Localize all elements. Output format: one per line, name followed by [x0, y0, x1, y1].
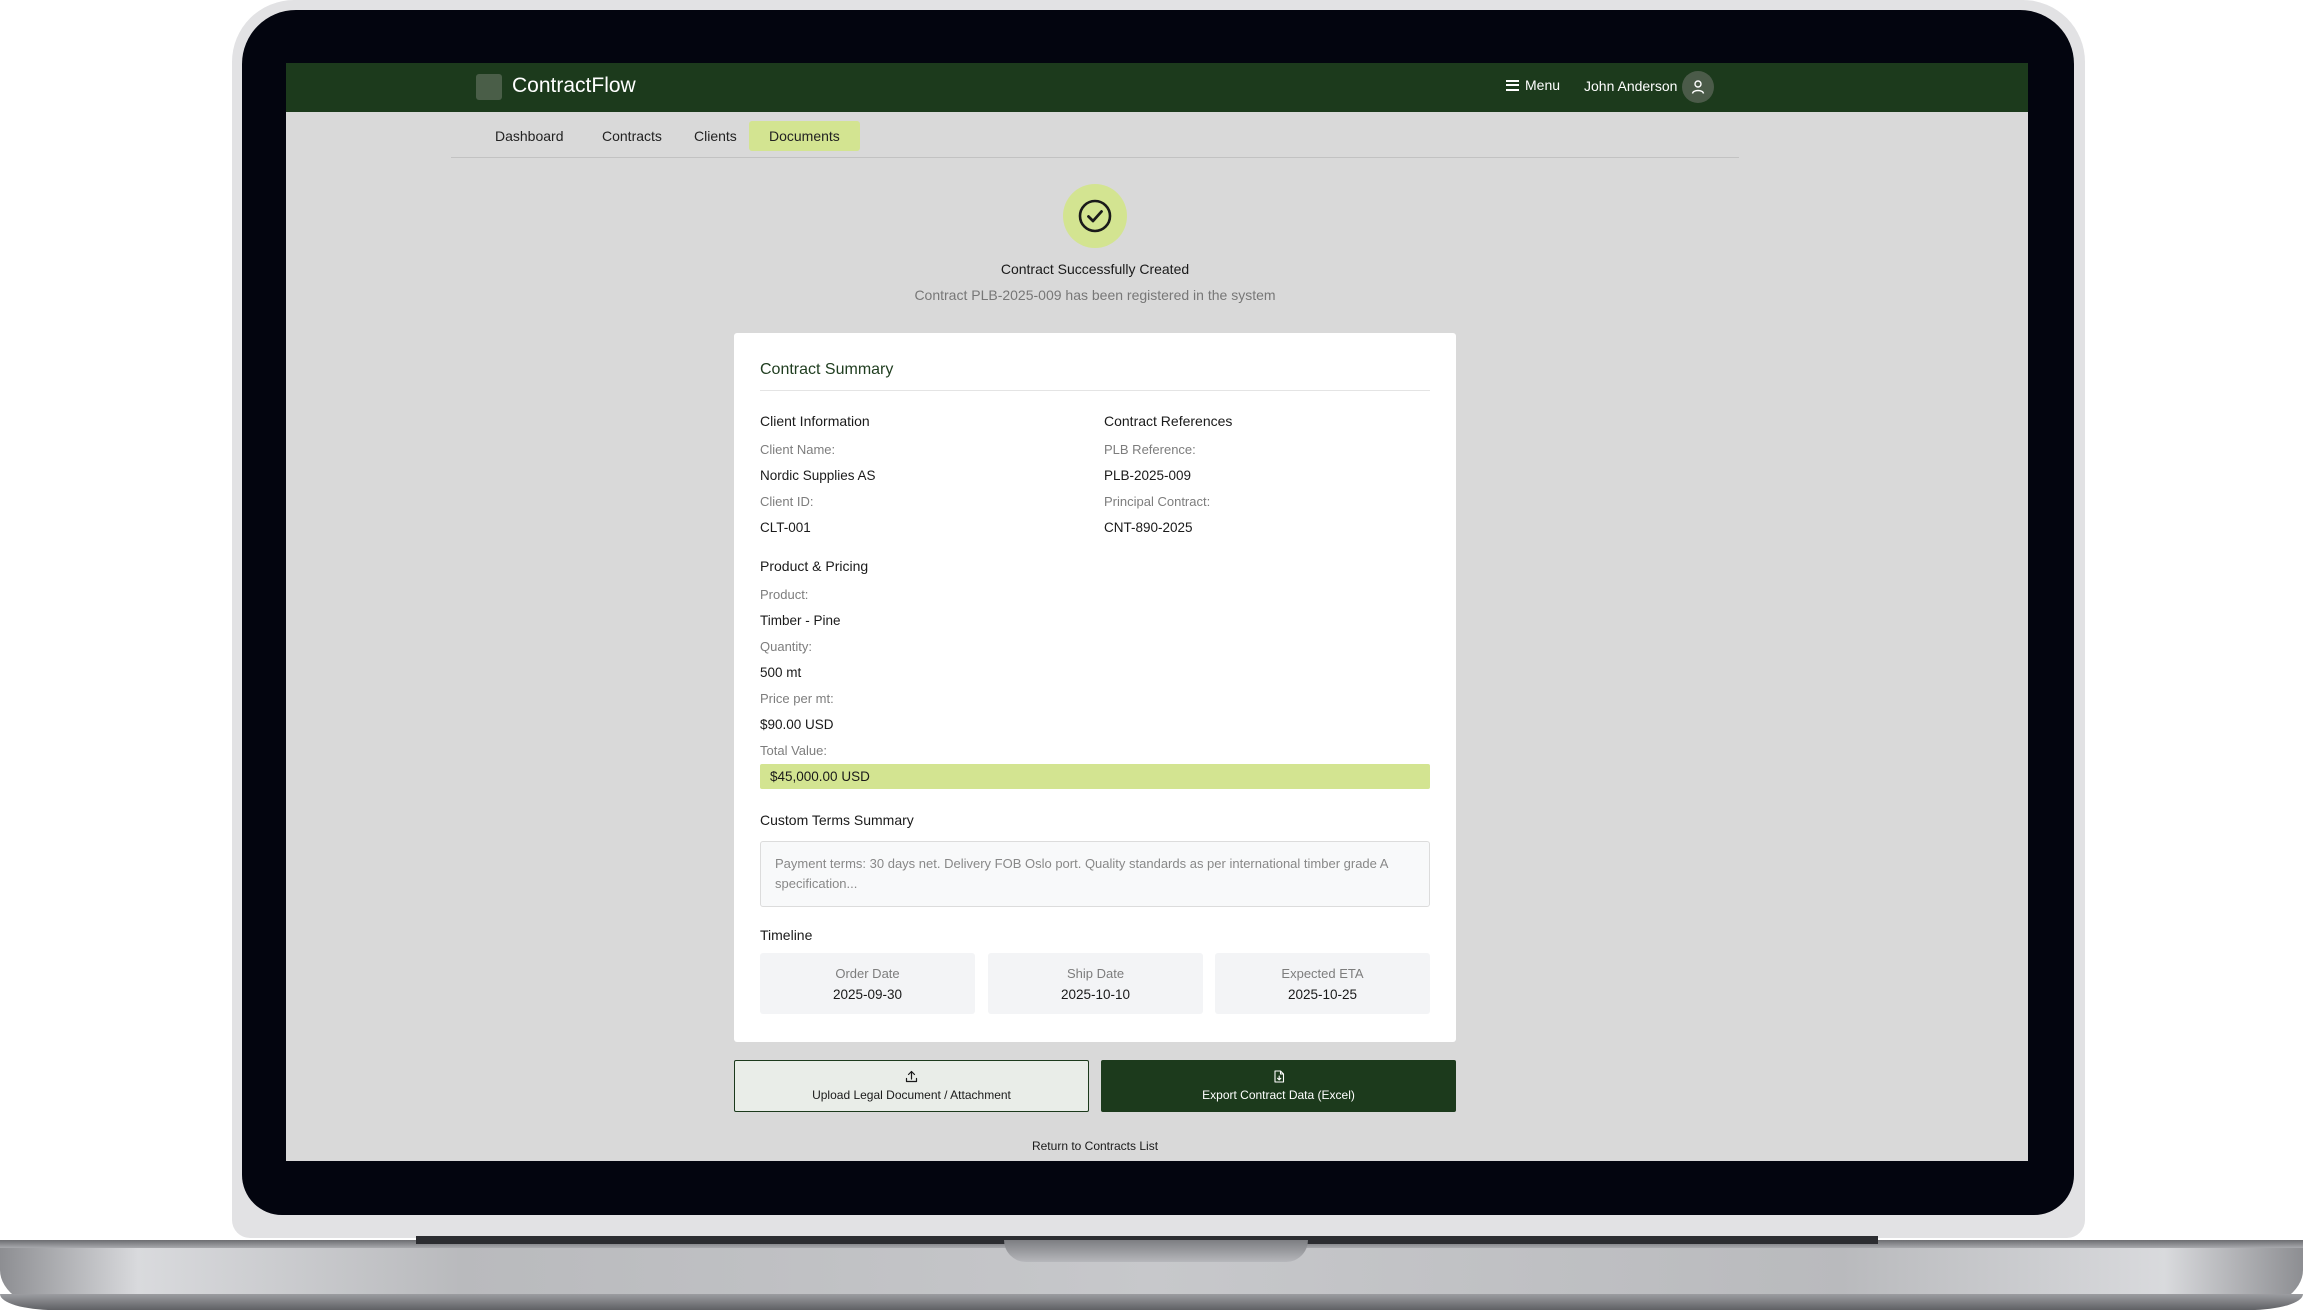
contract-summary-card: Contract Summary Client Information Clie… — [734, 333, 1456, 1042]
app-title[interactable]: ContractFlow — [512, 74, 636, 98]
success-subtitle: Contract PLB-2025-009 has been registere… — [914, 287, 1276, 303]
timeline-expected-eta: Expected ETA 2025-10-25 — [1215, 953, 1430, 1014]
ship-date-label: Ship Date — [1066, 966, 1125, 981]
ship-date-value: 2025-10-10 — [1060, 987, 1131, 1002]
card-divider — [760, 390, 1430, 391]
principal-contract-value: CNT-890-2025 — [1104, 520, 1193, 535]
timeline-heading: Timeline — [760, 927, 813, 943]
export-excel-button[interactable]: Export Contract Data (Excel) — [1101, 1060, 1456, 1112]
total-value-label: Total Value: — [760, 743, 827, 758]
menu-label: Menu — [1525, 77, 1561, 93]
menu-button[interactable]: Menu — [1506, 77, 1560, 93]
quantity-value: 500 mt — [760, 665, 802, 680]
tab-dashboard[interactable]: Dashboard — [475, 121, 584, 151]
timeline-ship-date: Ship Date 2025-10-10 — [988, 953, 1203, 1014]
client-name-label: Client Name: — [760, 442, 836, 457]
export-button-label: Export Contract Data (Excel) — [1202, 1088, 1355, 1102]
upload-icon — [905, 1070, 918, 1083]
client-id-label: Client ID: — [760, 494, 814, 509]
total-value: $45,000.00 USD — [760, 764, 1430, 789]
upload-document-button[interactable]: Upload Legal Document / Attachment — [734, 1060, 1089, 1112]
plb-reference-value: PLB-2025-009 — [1104, 468, 1192, 483]
file-export-icon — [1273, 1070, 1284, 1083]
logo-square-icon[interactable] — [476, 74, 502, 100]
top-navbar: ContractFlow Menu John Anderson — [286, 63, 2028, 112]
success-badge — [1063, 184, 1127, 248]
tab-bar: Dashboard Contracts Clients Documents — [451, 112, 1739, 158]
laptop-notch — [1004, 1240, 1308, 1262]
user-icon — [1691, 80, 1705, 94]
price-per-mt-value: $90.00 USD — [760, 717, 834, 732]
client-name-value: Nordic Supplies AS — [760, 468, 876, 483]
hamburger-icon — [1506, 79, 1519, 91]
plb-reference-label: PLB Reference: — [1104, 442, 1196, 457]
success-title: Contract Successfully Created — [1000, 261, 1190, 277]
tab-documents[interactable]: Documents — [749, 121, 860, 151]
avatar[interactable] — [1682, 71, 1714, 103]
user-name[interactable]: John Anderson — [1584, 78, 1677, 94]
product-value: Timber - Pine — [760, 613, 841, 628]
order-date-value: 2025-09-30 — [832, 987, 903, 1002]
product-pricing-heading: Product & Pricing — [760, 558, 869, 574]
custom-terms-text: Payment terms: 30 days net. Delivery FOB… — [760, 841, 1430, 907]
principal-contract-label: Principal Contract: — [1104, 494, 1211, 509]
client-info-heading: Client Information — [760, 413, 870, 429]
timeline-order-date: Order Date 2025-09-30 — [760, 953, 975, 1014]
expected-eta-value: 2025-10-25 — [1287, 987, 1358, 1002]
contract-references-heading: Contract References — [1104, 413, 1233, 429]
tab-contracts[interactable]: Contracts — [582, 121, 682, 151]
product-label: Product: — [760, 587, 809, 602]
expected-eta-label: Expected ETA — [1281, 966, 1364, 981]
client-id-value: CLT-001 — [760, 520, 811, 535]
order-date-label: Order Date — [835, 966, 900, 981]
custom-terms-heading: Custom Terms Summary — [760, 812, 914, 828]
app-screen: ContractFlow Menu John Anderson Dashboar… — [286, 63, 2028, 1161]
return-to-contracts-link[interactable]: Return to Contracts List — [286, 1139, 1904, 1153]
tab-clients[interactable]: Clients — [674, 121, 757, 151]
card-title: Contract Summary — [760, 361, 894, 378]
check-circle-icon — [1078, 199, 1112, 233]
upload-button-label: Upload Legal Document / Attachment — [812, 1088, 1011, 1102]
price-per-mt-label: Price per mt: — [760, 691, 834, 706]
quantity-label: Quantity: — [760, 639, 813, 654]
